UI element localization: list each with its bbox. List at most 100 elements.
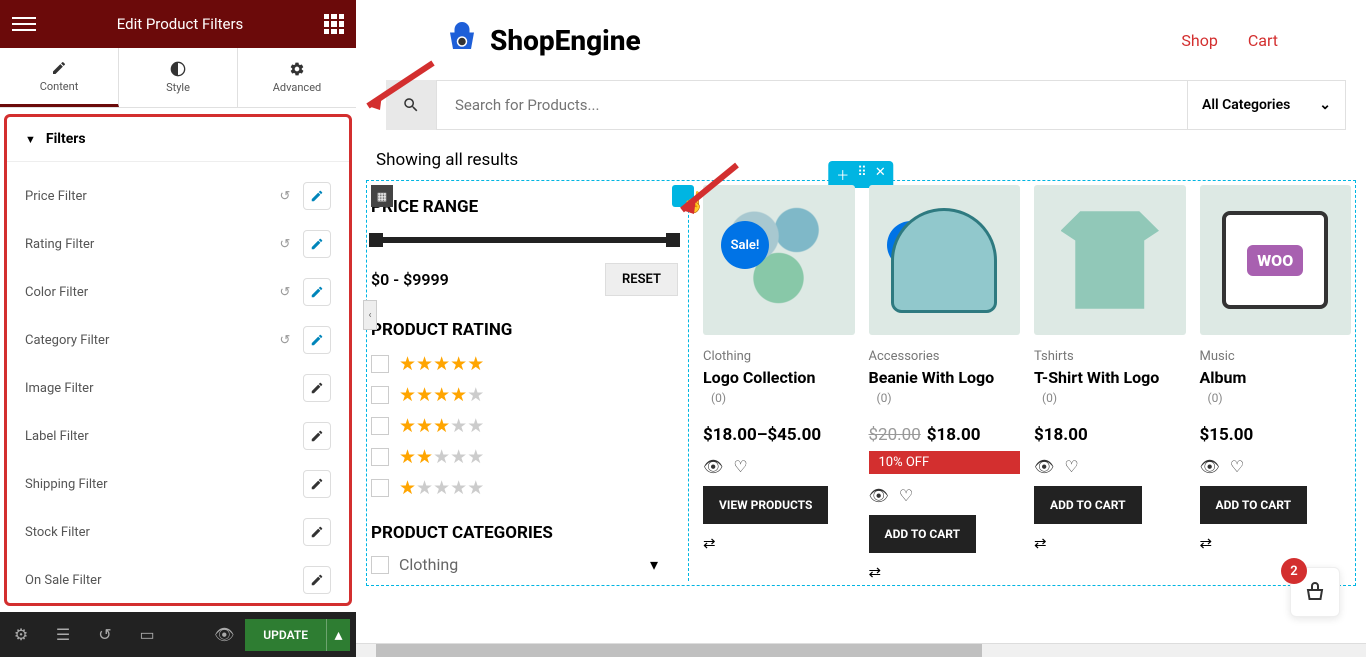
edit-icon[interactable] (303, 230, 331, 258)
section-filters[interactable]: ▼ Filters (7, 117, 349, 162)
add-section-icon[interactable]: ＋ (836, 165, 849, 184)
product-action-button[interactable]: VIEW PRODUCTS (703, 486, 828, 524)
update-button[interactable]: UPDATE (245, 619, 326, 651)
filter-row: Category Filter↺ (7, 316, 349, 364)
quickview-icon[interactable]: 👁 (1034, 457, 1054, 476)
edit-icon[interactable] (303, 182, 331, 210)
column-resize-handle[interactable] (672, 185, 694, 207)
delete-section-icon[interactable]: ✕ (875, 165, 886, 184)
rating-checkbox[interactable] (371, 355, 389, 373)
rating-checkbox[interactable] (371, 386, 389, 404)
undo-icon[interactable]: ↺ (273, 280, 297, 304)
compare-icon[interactable]: ⇄ (1200, 534, 1352, 552)
site-logo[interactable]: ShopEngine (444, 22, 641, 58)
product-action-button[interactable]: ADD TO CART (1034, 486, 1142, 524)
product-category: Accessories (869, 349, 1021, 364)
undo-icon[interactable]: ↺ (273, 184, 297, 208)
category-checkbox[interactable] (371, 556, 389, 574)
price-slider[interactable] (371, 237, 678, 243)
product-name[interactable]: T-Shirt With Logo (1034, 368, 1186, 387)
edit-icon[interactable] (303, 422, 331, 450)
wishlist-icon[interactable]: ♡ (733, 457, 747, 476)
product-image[interactable]: WOO (1200, 185, 1352, 335)
history-icon[interactable]: ↺ (84, 612, 126, 657)
settings-icon[interactable]: ⚙ (0, 612, 42, 657)
store-header: ShopEngine Shop Cart (356, 0, 1366, 80)
tab-advanced[interactable]: Advanced (238, 48, 356, 107)
nav-shop[interactable]: Shop (1181, 31, 1217, 50)
rating-checkbox[interactable] (371, 448, 389, 466)
basket-icon (1303, 580, 1327, 604)
edit-icon[interactable] (303, 470, 331, 498)
compare-icon[interactable]: ⇄ (703, 534, 855, 552)
update-dropdown[interactable]: ▴ (326, 619, 350, 651)
rating-checkbox[interactable] (371, 479, 389, 497)
menu-icon[interactable] (12, 12, 36, 36)
undo-icon[interactable]: ↺ (273, 328, 297, 352)
gear-icon (289, 61, 305, 77)
product-action-button[interactable]: ADD TO CART (869, 515, 977, 553)
edit-icon[interactable] (303, 566, 331, 594)
filter-label: Stock Filter (25, 525, 90, 540)
floating-cart[interactable]: 2 (1290, 567, 1340, 617)
wishlist-icon[interactable]: ♡ (1230, 457, 1244, 476)
rating-checkbox[interactable] (371, 417, 389, 435)
filter-list: Price Filter↺Rating Filter↺Color Filter↺… (7, 162, 349, 606)
wishlist-icon[interactable]: ♡ (1064, 457, 1078, 476)
stars-icon: ★★★★★ (399, 445, 484, 468)
search-icon[interactable] (386, 80, 436, 130)
nav-cart[interactable]: Cart (1248, 31, 1278, 50)
undo-icon[interactable]: ↺ (273, 232, 297, 256)
category-name: Clothing (399, 555, 458, 574)
quickview-icon[interactable]: 👁 (869, 486, 889, 505)
rating-row[interactable]: ★★★★★ (371, 476, 678, 499)
edit-icon[interactable] (303, 518, 331, 546)
product-review-count: (0) (877, 391, 1021, 405)
edit-section-icon[interactable]: ⠿ (857, 165, 867, 184)
filter-label: Price Filter (25, 189, 87, 204)
column-handle-icon[interactable]: ▦ (371, 185, 393, 207)
reset-button[interactable]: RESET (605, 263, 678, 296)
edit-icon[interactable] (303, 326, 331, 354)
quickview-icon[interactable]: 👁 (703, 457, 723, 476)
tab-style[interactable]: Style (119, 48, 238, 107)
category-select[interactable]: All Categories ⌄ (1188, 80, 1346, 130)
wishlist-icon[interactable]: ♡ (899, 486, 913, 505)
rating-row[interactable]: ★★★★★ (371, 414, 678, 437)
tab-content[interactable]: Content (0, 48, 119, 107)
product-name[interactable]: Album (1200, 368, 1352, 387)
responsive-icon[interactable]: ▭ (126, 612, 168, 657)
compare-icon[interactable]: ⇄ (869, 563, 1021, 581)
product-price: $18.00 (1034, 425, 1186, 445)
collapse-column-icon[interactable]: ‹ (363, 300, 377, 330)
grid-icon[interactable] (324, 14, 344, 34)
rating-row[interactable]: ★★★★★ (371, 383, 678, 406)
product-action-button[interactable]: ADD TO CART (1200, 486, 1308, 524)
horizontal-scrollbar[interactable] (356, 643, 1366, 657)
filter-column[interactable]: ▦ ☝ ‹ PRICE RANGE $0 - $9999 RESET PRODU… (371, 185, 689, 581)
preview-icon[interactable]: 👁 (203, 612, 245, 657)
price-range-title: PRICE RANGE (371, 197, 678, 217)
rating-row[interactable]: ★★★★★ (371, 445, 678, 468)
product-image[interactable]: Sale! (703, 185, 855, 335)
edit-icon[interactable] (303, 278, 331, 306)
product-card: TshirtsT-Shirt With Logo(0)$18.00👁♡ADD T… (1034, 185, 1186, 581)
compare-icon[interactable]: ⇄ (1034, 534, 1186, 552)
product-image[interactable]: Sale! (869, 185, 1021, 335)
product-name[interactable]: Beanie With Logo (869, 368, 1021, 387)
chevron-down-icon[interactable]: ▾ (650, 555, 658, 574)
rating-row[interactable]: ★★★★★ (371, 352, 678, 375)
section-container[interactable]: ＋ ⠿ ✕ ▦ ☝ ‹ PRICE RANGE $0 - $9999 RESET… (366, 180, 1356, 586)
quickview-icon[interactable]: 👁 (1200, 457, 1220, 476)
edit-icon[interactable] (303, 374, 331, 402)
product-action-icons: 👁♡ (869, 486, 1021, 505)
tab-advanced-label: Advanced (273, 81, 321, 94)
product-card: Sale!AccessoriesBeanie With Logo(0)$20.0… (869, 185, 1021, 581)
brand-name: ShopEngine (490, 24, 641, 57)
search-input[interactable] (436, 80, 1188, 130)
navigator-icon[interactable]: ☰ (42, 612, 84, 657)
product-action-icons: 👁♡ (1034, 457, 1186, 476)
category-row[interactable]: Clothing ▾ (371, 555, 678, 574)
product-name[interactable]: Logo Collection (703, 368, 855, 387)
product-image[interactable] (1034, 185, 1186, 335)
